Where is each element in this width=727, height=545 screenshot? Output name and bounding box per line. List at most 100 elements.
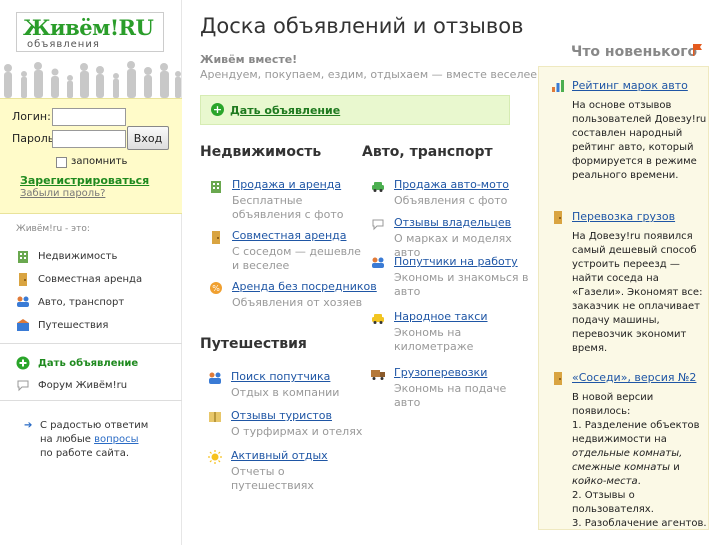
sidebar-item-label: Авто, транспорт — [38, 296, 125, 308]
sidebar-post-ad[interactable]: Дать объявление — [16, 355, 138, 371]
remember-label: запомнить — [71, 156, 128, 167]
door-icon — [554, 372, 562, 385]
sidebar-item-realty[interactable]: Недвижимость — [16, 248, 117, 264]
entry-link[interactable]: Отзывы туристов — [231, 409, 332, 422]
register-link[interactable]: Зарегистрироваться — [20, 174, 149, 187]
entry-desc: Бесплатные объявления с фото — [232, 194, 344, 221]
entry-desc: Объявления от хозяев — [232, 296, 363, 309]
svg-text:%: % — [212, 284, 220, 293]
tagline-sub: Арендуем, покупаем, ездим, отдыхаем — вм… — [200, 68, 542, 81]
news-item: Перевозка грузов На Довезу!ru появился с… — [551, 210, 707, 360]
questions-link[interactable]: вопросы — [94, 434, 138, 445]
entry-auto-reviews: Отзывы владельцев О марках и моделях авт… — [371, 216, 531, 259]
entry-link[interactable]: Активный отдых — [231, 449, 328, 462]
entry-link[interactable]: Продажа авто-мото — [394, 178, 509, 191]
sidebar-post-ad-label: Дать объявление — [38, 357, 139, 369]
about-title: Живём!ru - это: — [16, 224, 90, 234]
entry-link[interactable]: Грузоперевозки — [394, 366, 487, 379]
sidebar-item-label: Путешествия — [38, 319, 109, 331]
entry-link[interactable]: Совместная аренда — [232, 229, 347, 242]
logo-main: Живём! — [23, 15, 119, 40]
news-panel: Рейтинг марок авто На основе отзывов пол… — [538, 66, 709, 530]
people-car-icon — [17, 296, 29, 307]
logo-subtitle: объявления — [27, 39, 100, 50]
news-body-text: и — [670, 462, 680, 473]
sidebar-item-shared-rent[interactable]: Совместная аренда — [16, 271, 142, 287]
sidebar-divider — [0, 343, 182, 344]
site-logo[interactable]: Живём!RU объявления — [16, 12, 164, 52]
entry-link[interactable]: Отзывы владельцев — [394, 216, 511, 229]
sidebar-item-label: Совместная аренда — [38, 273, 143, 285]
entry-travel-companion: Поиск попутчика Отдых в компании — [208, 370, 368, 400]
login-form: Логин: Пароль: Вход запомнить Зарегистри… — [0, 98, 182, 214]
entry-desc: Отдых в компании — [231, 386, 340, 399]
building-icon — [211, 181, 221, 193]
plus-icon — [16, 356, 30, 370]
news-body-intro: В новой версии появилось: — [572, 392, 654, 417]
entry-link[interactable]: Продажа и аренда — [232, 178, 341, 191]
sun-icon — [208, 450, 222, 464]
people-car-icon — [372, 257, 384, 268]
sidebar-item-auto[interactable]: Авто, транспорт — [16, 294, 124, 310]
logo-ru: RU — [118, 15, 154, 40]
news-title: Что новенького — [571, 44, 698, 60]
sidebar-divider — [0, 400, 182, 401]
door-icon — [554, 211, 562, 224]
forgot-password-link[interactable]: Забыли пароль? — [20, 188, 105, 199]
entry-auto-cargo: Грузоперевозки Экономь на подаче авто — [371, 366, 531, 409]
entry-desc: Экономь на километраже — [394, 326, 474, 353]
speech-bubble-icon — [17, 380, 29, 392]
entry-auto-sale: Продажа авто-мото Объявления с фото — [371, 178, 531, 208]
post-ad-link[interactable]: Дать объявление — [230, 104, 340, 117]
entry-auto-companions: Попутчики на работу Экономь и знакомься … — [371, 255, 531, 299]
plus-icon: + — [211, 103, 224, 116]
news-body-text: 1. Разделение объектов недвижимости на — [572, 420, 700, 445]
news-body-line: 2. Отзывы о пользователях. — [572, 490, 654, 515]
login-input[interactable] — [52, 108, 126, 126]
car-icon — [372, 182, 384, 192]
news-body: На Довезу!ru появился самый дешевый спос… — [572, 231, 703, 354]
entry-desc: Экономь и знакомься в авто — [394, 271, 529, 298]
news-item: Рейтинг марок авто На основе отзывов пол… — [551, 79, 707, 189]
left-sidebar: Живём!RU объявления Логин: Пароль: Вход … — [0, 0, 182, 545]
sidebar-item-label: Недвижимость — [38, 250, 118, 262]
news-link[interactable]: «Соседи», версия №2 — [572, 371, 696, 384]
entry-desc: Отчеты о путешествиях — [231, 465, 314, 492]
login-button[interactable]: Вход — [127, 126, 169, 150]
truck-icon — [371, 370, 385, 380]
entry-desc: Объявления с фото — [394, 194, 508, 207]
sidebar-forum[interactable]: Форум Живём!ru — [16, 377, 127, 393]
flag-icon — [693, 44, 702, 56]
rating-icon — [552, 80, 564, 92]
book-icon — [209, 412, 221, 422]
section-title-auto: Авто, транспорт — [362, 144, 493, 160]
sidebar-item-travel[interactable]: Путешествия — [16, 317, 108, 333]
entry-link[interactable]: Аренда без посредников — [232, 280, 377, 293]
tagline: Живём вместе! — [200, 53, 298, 66]
news-body: В новой версии появилось: 1. Разделение … — [572, 391, 708, 531]
entry-realty-sale: Продажа и аренда Бесплатные объявления с… — [209, 178, 369, 221]
news-link[interactable]: Перевозка грузов — [572, 210, 675, 223]
help-line1: С радостью ответим — [40, 420, 149, 431]
login-label: Логин: — [12, 110, 51, 123]
entry-auto-taxi: Народное такси Экономь на километраже — [371, 310, 531, 354]
remember-checkbox[interactable] — [56, 157, 67, 168]
page-title: Доска объявлений и отзывов — [200, 14, 524, 38]
door-icon — [212, 231, 220, 244]
entry-link[interactable]: Попутчики на работу — [394, 255, 518, 268]
entry-travel-reviews: Отзывы туристов О турфирмах и отелях — [208, 409, 368, 439]
news-link[interactable]: Рейтинг марок авто — [572, 79, 688, 92]
post-ad-bar[interactable]: + Дать объявление — [200, 95, 510, 125]
travel-icon — [17, 319, 29, 331]
news-body-text: . — [637, 476, 641, 487]
sidebar-forum-label: Форум Живём!ru — [38, 379, 128, 391]
news-body: На основе отзывов пользователей Довезу!r… — [572, 100, 707, 181]
speech-bubble-icon — [372, 219, 384, 231]
password-input[interactable] — [52, 130, 126, 148]
news-item: «Соседи», версия №2 В новой версии появи… — [551, 371, 707, 529]
news-body-italic: отдельные комнаты, смежные комнаты — [572, 448, 683, 473]
door-icon — [19, 273, 27, 286]
entry-link[interactable]: Поиск попутчика — [231, 370, 330, 383]
entry-link[interactable]: Народное такси — [394, 310, 488, 323]
no-agent-icon: % — [210, 282, 222, 294]
